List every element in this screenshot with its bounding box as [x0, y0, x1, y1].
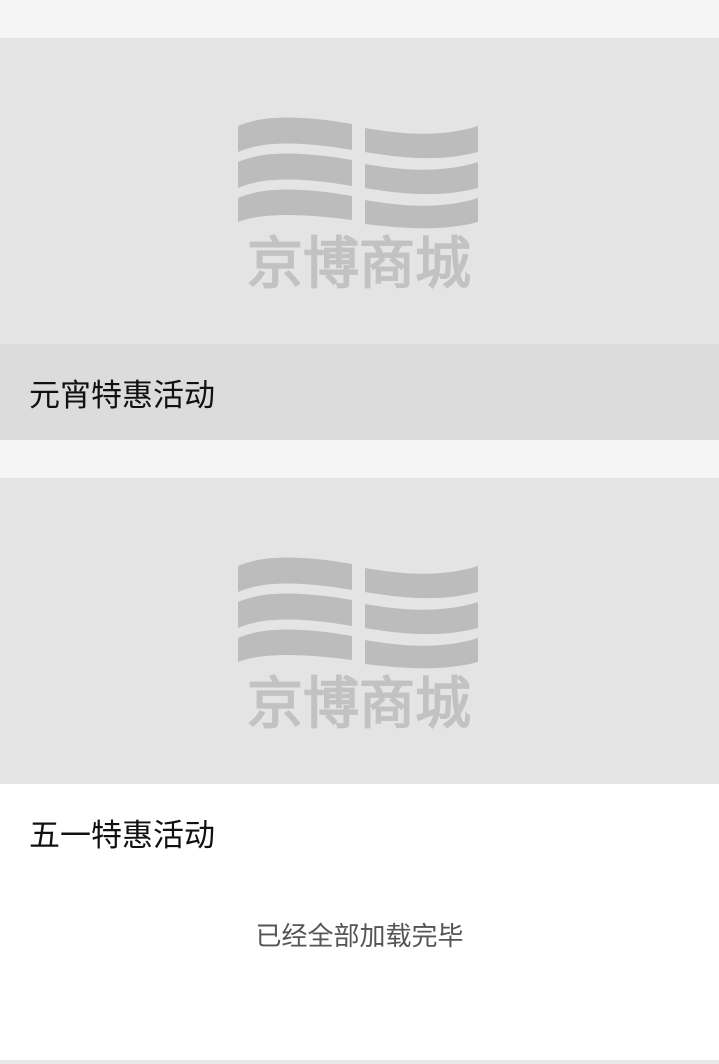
- bottom-divider: [0, 1060, 719, 1064]
- top-spacer: [0, 0, 719, 38]
- card-gap: [0, 440, 719, 478]
- load-complete-text: 已经全部加载完毕: [255, 921, 464, 952]
- logo-text: 京博商城: [247, 671, 471, 737]
- activity-title-1[interactable]: 元宵特惠活动: [0, 344, 719, 440]
- activity-card-1[interactable]: 京博商城 元宵特惠活动: [0, 38, 719, 440]
- jingbo-logo-icon: 京博商城: [238, 557, 478, 737]
- activity-image-2[interactable]: 京博商城: [0, 478, 719, 784]
- activity-title-2[interactable]: 五一特惠活动: [0, 784, 719, 880]
- activity-image-1[interactable]: 京博商城: [0, 38, 719, 344]
- jingbo-logo-icon: 京博商城: [238, 117, 478, 297]
- logo-text: 京博商城: [247, 231, 471, 297]
- activity-card-2[interactable]: 京博商城 五一特惠活动: [0, 478, 719, 880]
